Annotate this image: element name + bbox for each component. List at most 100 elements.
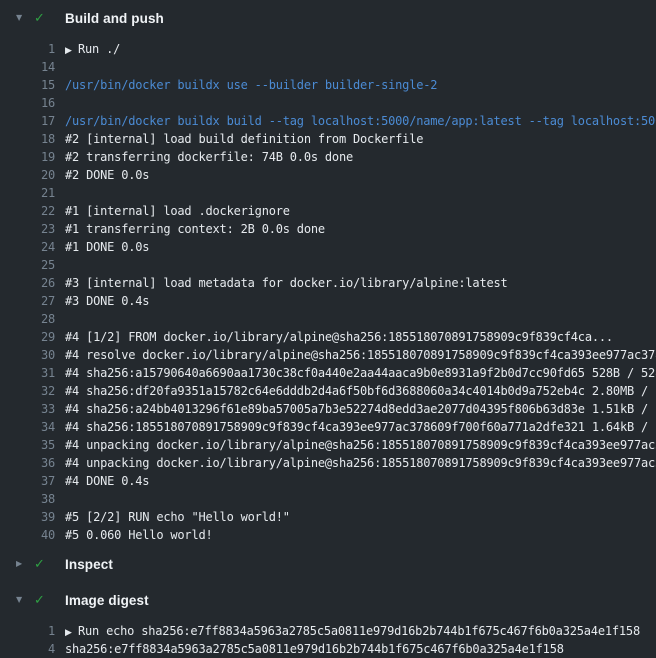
log-line: 20 #2 DONE 0.0s	[0, 166, 656, 184]
line-number[interactable]: 28	[0, 310, 55, 328]
line-text-content: #2 DONE 0.0s	[65, 168, 149, 182]
log-section-header[interactable]: ▼ ✓ Image digest	[0, 582, 656, 618]
success-check-icon: ✓	[34, 11, 54, 26]
line-number[interactable]: 1	[0, 622, 55, 640]
expand-run-icon[interactable]: ▶	[65, 624, 78, 640]
disclosure-triangle-icon: ▼	[16, 14, 34, 22]
section-title: Inspect	[65, 557, 113, 572]
line-number[interactable]: 17	[0, 112, 55, 130]
line-number[interactable]: 22	[0, 202, 55, 220]
disclosure-triangle-icon: ▶	[16, 560, 34, 568]
log-section: ▶ ✓ Inspect	[0, 546, 656, 582]
line-text: #5 [2/2] RUN echo "Hello world!"	[65, 508, 656, 526]
line-number[interactable]: 27	[0, 292, 55, 310]
line-text-content: #1 transferring context: 2B 0.0s done	[65, 222, 325, 236]
log-line: 36 #4 unpacking docker.io/library/alpine…	[0, 454, 656, 472]
line-text: #2 [internal] load build definition from…	[65, 130, 656, 148]
line-text-content: #4 [1/2] FROM docker.io/library/alpine@s…	[65, 330, 613, 344]
line-number[interactable]: 31	[0, 364, 55, 382]
log-section-header[interactable]: ▼ ✓ Build and push	[0, 0, 656, 36]
log-line: 35 #4 unpacking docker.io/library/alpine…	[0, 436, 656, 454]
line-text: #4 [1/2] FROM docker.io/library/alpine@s…	[65, 328, 656, 346]
log-line: 4 sha256:e7ff8834a5963a2785c5a0811e979d1…	[0, 640, 656, 658]
log-line: 24 #1 DONE 0.0s	[0, 238, 656, 256]
log-line: 39 #5 [2/2] RUN echo "Hello world!"	[0, 508, 656, 526]
line-text: #4 resolve docker.io/library/alpine@sha2…	[65, 346, 656, 364]
line-text: Starting build...	[65, 94, 656, 112]
line-text: #2 DONE 0.0s	[65, 166, 656, 184]
line-text: #4 sha256:185518070891758909c9f839cf4ca3…	[65, 418, 656, 436]
log-line: 40 #5 0.060 Hello world!	[0, 526, 656, 544]
line-text: ▶Run echo sha256:e7ff8834a5963a2785c5a08…	[65, 622, 656, 640]
line-number[interactable]: 37	[0, 472, 55, 490]
line-text-content: #5 [2/2] RUN echo "Hello world!"	[65, 510, 290, 524]
log-line: 22 #1 [internal] load .dockerignore	[0, 202, 656, 220]
log-line: 15 /usr/bin/docker buildx use --builder …	[0, 76, 656, 94]
line-text-content: #4 unpacking docker.io/library/alpine@sh…	[65, 438, 656, 452]
line-text: #4 unpacking docker.io/library/alpine@sh…	[65, 436, 656, 454]
expand-run-icon[interactable]: ▶	[65, 42, 78, 58]
log-line: 17 /usr/bin/docker buildx build --tag lo…	[0, 112, 656, 130]
log-line: 1 ▶Run ./	[0, 40, 656, 58]
line-number[interactable]: 21	[0, 184, 55, 202]
line-text: /usr/bin/docker buildx build --tag local…	[65, 112, 656, 130]
line-number[interactable]: 19	[0, 148, 55, 166]
line-text-content: #2 [internal] load build definition from…	[65, 132, 423, 146]
log-line: 14 Using builder instance builder-single…	[0, 58, 656, 76]
line-number[interactable]: 38	[0, 490, 55, 508]
log-line: 28	[0, 310, 656, 328]
line-number[interactable]: 15	[0, 76, 55, 94]
line-text-content: #3 [internal] load metadata for docker.i…	[65, 276, 508, 290]
section-title: Image digest	[65, 593, 149, 608]
line-number[interactable]: 25	[0, 256, 55, 274]
line-number[interactable]: 24	[0, 238, 55, 256]
line-text-content: #4 sha256:a15790640a6690aa1730c38cf0a440…	[65, 366, 656, 380]
line-number[interactable]: 32	[0, 382, 55, 400]
log-line: 18 #2 [internal] load build definition f…	[0, 130, 656, 148]
line-text-content: #2 transferring dockerfile: 74B 0.0s don…	[65, 150, 353, 164]
line-text-content: Run echo sha256:e7ff8834a5963a2785c5a081…	[78, 624, 640, 638]
line-number[interactable]: 23	[0, 220, 55, 238]
log-line: 1 ▶Run echo sha256:e7ff8834a5963a2785c5a…	[0, 622, 656, 640]
line-text-content: #4 DONE 0.4s	[65, 474, 149, 488]
line-number[interactable]: 16	[0, 94, 55, 112]
log-line: 34 #4 sha256:185518070891758909c9f839cf4…	[0, 418, 656, 436]
line-number[interactable]: 35	[0, 436, 55, 454]
line-number[interactable]: 14	[0, 58, 55, 76]
line-text	[65, 184, 656, 202]
line-number[interactable]: 34	[0, 418, 55, 436]
line-number[interactable]: 1	[0, 40, 55, 58]
line-text	[65, 256, 656, 274]
line-number[interactable]: 33	[0, 400, 55, 418]
line-text: Using builder instance builder-single-2	[65, 58, 656, 76]
log-line: 30 #4 resolve docker.io/library/alpine@s…	[0, 346, 656, 364]
line-text: #4 DONE 0.4s	[65, 472, 656, 490]
log-line: 32 #4 sha256:df20fa9351a15782c64e6dddb2d…	[0, 382, 656, 400]
log-section: ▼ ✓ Build and push 1 ▶Run ./ 14 Using bu…	[0, 0, 656, 546]
section-title: Build and push	[65, 11, 164, 26]
line-text: #4 sha256:df20fa9351a15782c64e6dddb2d4a6…	[65, 382, 656, 400]
line-text: #4 unpacking docker.io/library/alpine@sh…	[65, 454, 656, 472]
line-number[interactable]: 4	[0, 640, 55, 658]
log-section-header[interactable]: ▶ ✓ Inspect	[0, 546, 656, 582]
line-number[interactable]: 20	[0, 166, 55, 184]
line-number[interactable]: 18	[0, 130, 55, 148]
success-check-icon: ✓	[34, 593, 54, 608]
line-number[interactable]: 26	[0, 274, 55, 292]
line-text-content: #1 [internal] load .dockerignore	[65, 204, 290, 218]
line-number[interactable]: 29	[0, 328, 55, 346]
line-text	[65, 490, 656, 508]
line-text-content: #1 DONE 0.0s	[65, 240, 149, 254]
line-text: #1 [internal] load .dockerignore	[65, 202, 656, 220]
log-section: ▼ ✓ Image digest 1 ▶Run echo sha256:e7ff…	[0, 582, 656, 658]
log-line: 26 #3 [internal] load metadata for docke…	[0, 274, 656, 292]
line-text-content: #4 sha256:df20fa9351a15782c64e6dddb2d4a6…	[65, 384, 656, 398]
line-number[interactable]: 30	[0, 346, 55, 364]
log-line: 38	[0, 490, 656, 508]
line-text-content: /usr/bin/docker buildx use --builder bui…	[65, 78, 437, 92]
line-text: #4 sha256:a15790640a6690aa1730c38cf0a440…	[65, 364, 656, 382]
line-number[interactable]: 39	[0, 508, 55, 526]
line-text: ▶Run ./	[65, 40, 656, 58]
line-number[interactable]: 40	[0, 526, 55, 544]
line-number[interactable]: 36	[0, 454, 55, 472]
